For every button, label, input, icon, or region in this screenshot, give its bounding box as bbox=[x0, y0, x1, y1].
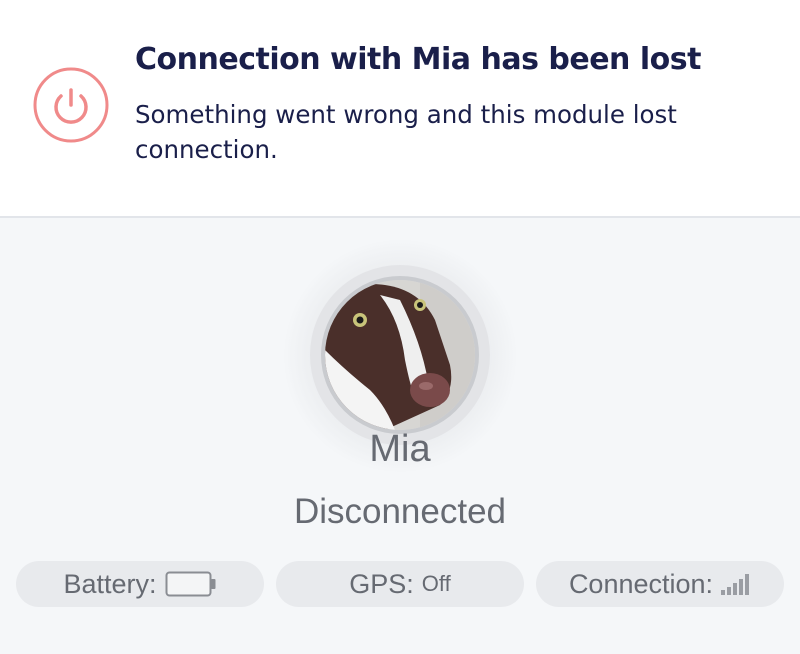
page: Connection with Mia has been lost Someth… bbox=[0, 0, 800, 654]
connection-label: Connection: bbox=[568, 568, 714, 599]
banner-title: Connection with Mia has been lost bbox=[135, 42, 701, 77]
power-icon bbox=[33, 67, 109, 143]
battery-empty-icon bbox=[165, 571, 216, 597]
banner-message: Something went wrong and this module los… bbox=[135, 100, 677, 164]
signal-icon bbox=[721, 574, 750, 595]
connection-status: Disconnected bbox=[293, 492, 507, 531]
battery-label: Battery: bbox=[63, 568, 157, 599]
dog-photo bbox=[325, 280, 475, 430]
gps-value: Off bbox=[421, 571, 451, 596]
pet-name: Mia bbox=[369, 428, 431, 470]
gps-pill: GPS: Off bbox=[276, 561, 524, 607]
connection-lost-banner: Connection with Mia has been lost Someth… bbox=[0, 0, 800, 218]
pet-avatar[interactable] bbox=[325, 280, 475, 430]
connection-pill: Connection: bbox=[536, 561, 784, 607]
battery-pill: Battery: bbox=[16, 561, 264, 607]
gps-label: GPS: bbox=[349, 568, 414, 599]
